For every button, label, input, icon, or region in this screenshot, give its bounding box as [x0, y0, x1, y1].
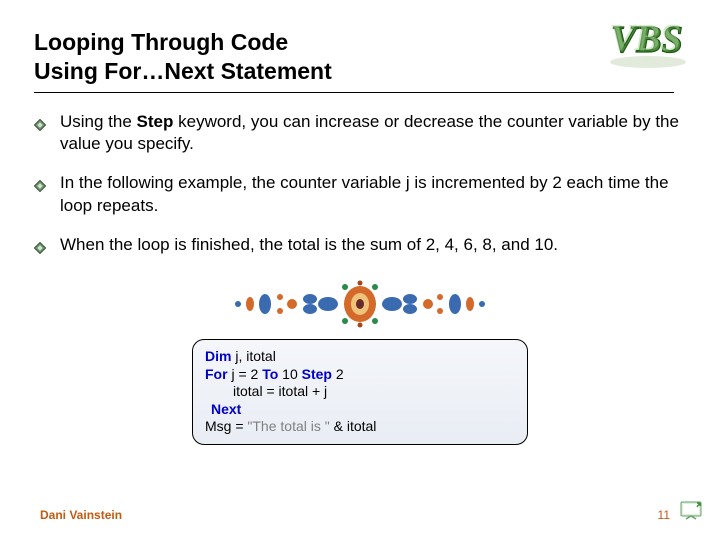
- bullet-list: Using the Step keyword, you can increase…: [34, 111, 686, 262]
- bullet-text: Using the Step keyword, you can increase…: [60, 111, 686, 157]
- code-line: Msg = "The total is " & itotal: [205, 418, 515, 436]
- vbs-logo: VBS VBS: [601, 14, 696, 77]
- page-number: 11: [658, 508, 670, 522]
- code-line: For j = 2 To 10 Step 2: [205, 366, 515, 384]
- title-line-1: Looping Through Code: [34, 29, 288, 55]
- title-line-2: Using For…Next Statement: [34, 58, 332, 84]
- bullet-item: Using the Step keyword, you can increase…: [34, 111, 686, 157]
- code-example: Dim j, itotal For j = 2 To 10 Step 2 ito…: [192, 339, 528, 445]
- bullet-text: When the loop is finished, the total is …: [60, 234, 686, 257]
- code-line: Dim j, itotal: [205, 348, 515, 366]
- title-rule: [34, 92, 674, 93]
- diamond-bullet-icon: [34, 115, 46, 138]
- footer-author: Dani Vainstein: [40, 508, 122, 522]
- code-line: itotal = itotal + j: [205, 383, 515, 401]
- bullet-text: In the following example, the counter va…: [60, 172, 686, 218]
- diamond-bullet-icon: [34, 238, 46, 261]
- code-line: Next: [205, 401, 515, 419]
- diamond-bullet-icon: [34, 176, 46, 199]
- bullet-item: In the following example, the counter va…: [34, 172, 686, 218]
- slide-title: Looping Through Code Using For…Next Stat…: [34, 28, 686, 86]
- decorative-divider: [210, 277, 510, 331]
- bullet-item: When the loop is finished, the total is …: [34, 234, 686, 261]
- slide: VBS VBS Looping Through Code Using For…N…: [0, 0, 720, 540]
- svg-text:VBS: VBS: [609, 17, 681, 59]
- slideshow-icon[interactable]: [680, 501, 702, 526]
